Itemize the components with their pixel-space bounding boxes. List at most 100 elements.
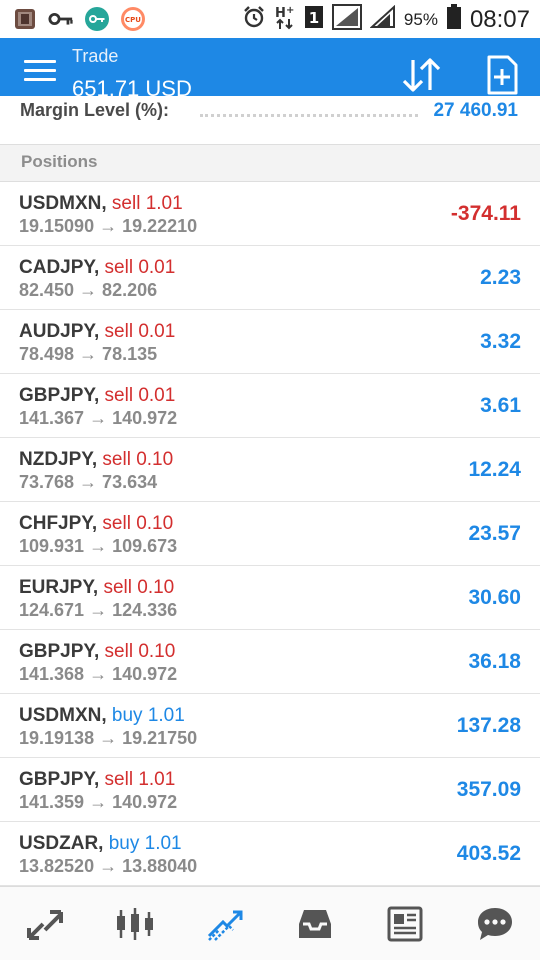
position-separator: ,: [91, 449, 103, 470]
chat-icon: [478, 907, 512, 940]
position-row[interactable]: USDZAR, buy 1.01 13.82520 → 13.88040 403.5…: [0, 822, 540, 886]
svg-text:1: 1: [309, 9, 319, 27]
position-prices: 13.82520 → 13.88040: [19, 856, 198, 876]
position-header: NZDJPY, sell 0.10: [19, 449, 173, 471]
position-symbol: CADJPY: [19, 257, 94, 278]
position-symbol: GBPJPY: [19, 769, 94, 790]
position-prices: 78.498 → 78.135: [19, 344, 158, 364]
position-row[interactable]: GBPJPY, sell 1.01 141.359 → 140.972 357.09: [0, 758, 540, 822]
position-prices: 109.931 → 109.673: [19, 536, 178, 556]
position-separator: ,: [92, 577, 104, 598]
alarm-icon: [242, 5, 266, 34]
position-symbol: NZDJPY: [19, 449, 92, 470]
sort-button[interactable]: [400, 56, 444, 94]
margin-dots-divider: [200, 114, 418, 117]
positions-section-header: Positions: [0, 144, 540, 182]
nav-news[interactable]: [360, 887, 450, 960]
position-header: USDZAR, buy 1.01: [19, 833, 182, 855]
news-icon: [387, 906, 423, 941]
position-type: buy 1.01: [108, 833, 182, 854]
position-profit: 403.52: [456, 842, 521, 865]
position-header: AUDJPY, sell 0.01: [19, 321, 175, 343]
position-symbol: USDMXN: [19, 705, 102, 726]
position-prices: 73.768 → 73.634: [19, 472, 158, 492]
nav-trade[interactable]: [180, 887, 270, 960]
position-separator: ,: [101, 193, 112, 214]
new-order-button[interactable]: [482, 54, 522, 96]
position-profit: 12.24: [468, 458, 521, 481]
clock: 08:07: [469, 5, 530, 33]
position-prices: 141.359 → 140.972: [19, 792, 178, 812]
quotes-arrows-icon: [27, 909, 63, 940]
position-separator: ,: [98, 833, 109, 854]
svg-text:+: +: [286, 5, 294, 16]
battery-icon: [446, 4, 462, 35]
position-header: GBPJPY, sell 0.10: [19, 641, 175, 663]
position-row[interactable]: AUDJPY, sell 0.01 78.498 → 78.135 3.32: [0, 310, 540, 374]
position-row[interactable]: CHFJPY, sell 0.10 109.931 → 109.673 23.57: [0, 502, 540, 566]
notification-icons: CPU: [12, 6, 146, 32]
position-row[interactable]: GBPJPY, sell 0.01 141.367 → 140.972 3.61: [0, 374, 540, 438]
position-row[interactable]: NZDJPY, sell 0.10 73.768 → 73.634 12.24: [0, 438, 540, 502]
position-type: sell 0.10: [104, 641, 176, 662]
position-profit: 36.18: [468, 650, 521, 673]
position-row[interactable]: GBPJPY, sell 0.10 141.368 → 140.972 36.18: [0, 630, 540, 694]
new-order-icon: [487, 55, 518, 95]
candlestick-chart-icon: [117, 907, 153, 940]
svg-text:CPU: CPU: [125, 16, 141, 24]
inbox-icon: [299, 909, 331, 938]
position-type: sell 0.01: [104, 385, 176, 406]
trade-trend-icon: [207, 910, 243, 941]
position-row[interactable]: EURJPY, sell 0.10 124.671 → 124.336 30.60: [0, 566, 540, 630]
nav-inbox[interactable]: [270, 887, 360, 960]
nav-quotes[interactable]: [0, 887, 90, 960]
position-header: EURJPY, sell 0.10: [19, 577, 174, 599]
system-icons: H + 1 95% 08:07: [242, 4, 530, 35]
position-row[interactable]: USDMXN, buy 1.01 19.19138 → 19.21750 137.2…: [0, 694, 540, 758]
section-title: Positions: [21, 152, 98, 171]
position-type: sell 0.10: [102, 449, 174, 470]
key-icon: [48, 6, 74, 32]
position-profit: 357.09: [456, 778, 521, 801]
position-symbol: CHFJPY: [19, 513, 92, 534]
positions-list: USDMXN, sell 1.01 19.15090 → 19.22210 -374…: [0, 182, 540, 886]
position-separator: ,: [101, 705, 112, 726]
position-prices: 124.671 → 124.336: [19, 600, 178, 620]
position-profit: 137.28: [456, 714, 521, 737]
position-header: CHFJPY, sell 0.10: [19, 513, 173, 535]
position-type: sell 0.01: [104, 257, 176, 278]
svg-text:H: H: [275, 6, 286, 21]
battery-percent: 95%: [403, 9, 438, 29]
position-header: USDMXN, buy 1.01: [19, 705, 185, 727]
margin-level-label: Margin Level (%):: [20, 100, 170, 120]
nav-chart[interactable]: [90, 887, 180, 960]
position-symbol: AUDJPY: [19, 321, 94, 342]
position-prices: 141.367 → 140.972: [19, 408, 178, 428]
signal-2-icon: [369, 4, 396, 34]
position-type: sell 0.10: [102, 513, 174, 534]
position-profit: -374.11: [450, 202, 521, 225]
position-separator: ,: [93, 641, 105, 662]
position-symbol: EURJPY: [19, 577, 93, 598]
position-type: sell 0.01: [104, 321, 176, 342]
menu-button[interactable]: [24, 60, 56, 88]
position-header: USDMXN, sell 1.01: [19, 193, 183, 215]
margin-level-row: Margin Level (%): 27 460.91: [0, 96, 540, 128]
status-bar: CPU H + 1 95% 08:07: [0, 0, 540, 38]
position-type: buy 1.01: [111, 705, 185, 726]
position-symbol: GBPJPY: [19, 641, 94, 662]
bottom-navigation: [0, 886, 540, 960]
position-type: sell 0.10: [103, 577, 175, 598]
position-separator: ,: [93, 257, 105, 278]
position-row[interactable]: CADJPY, sell 0.01 82.450 → 82.206 2.23: [0, 246, 540, 310]
cpu-icon: CPU: [120, 6, 146, 32]
position-row[interactable]: USDMXN, sell 1.01 19.15090 → 19.22210 -374…: [0, 182, 540, 246]
position-header: GBPJPY, sell 1.01: [19, 769, 175, 791]
sort-arrows-icon: [402, 58, 441, 92]
margin-level-value: 27 460.91: [433, 100, 518, 121]
position-symbol: GBPJPY: [19, 385, 94, 406]
signal-icon: [331, 4, 362, 35]
position-symbol: USDZAR: [19, 833, 99, 854]
position-header: CADJPY, sell 0.01: [19, 257, 175, 279]
nav-chat[interactable]: [450, 887, 540, 960]
